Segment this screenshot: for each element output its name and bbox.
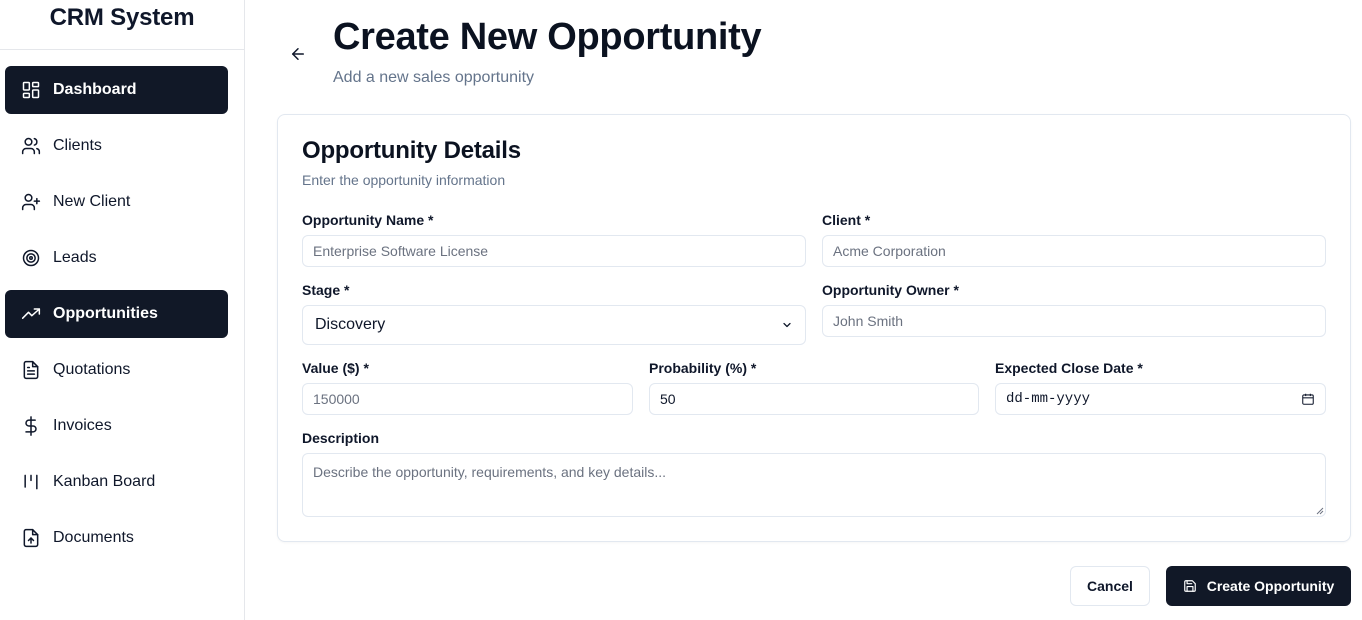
target-icon xyxy=(21,248,41,268)
sidebar-item-label: Kanban Board xyxy=(53,473,156,490)
sidebar-nav: Dashboard Clients New Client Leads Oppor… xyxy=(5,66,228,570)
owner-input[interactable] xyxy=(822,305,1326,337)
sidebar-item-label: Dashboard xyxy=(53,81,137,98)
dollar-icon xyxy=(21,416,41,436)
cancel-button-label: Cancel xyxy=(1087,578,1133,594)
arrow-left-icon xyxy=(292,48,304,60)
sidebar: CRM System Dashboard Clients New Client … xyxy=(0,0,245,620)
opportunity-name-input[interactable] xyxy=(302,235,806,267)
sidebar-item-label: Clients xyxy=(53,137,102,154)
sidebar-item-label: New Client xyxy=(53,193,131,210)
value-label: Value ($) * xyxy=(302,360,369,376)
sidebar-item-label: Opportunities xyxy=(53,305,158,322)
calendar-icon[interactable] xyxy=(1301,392,1315,406)
sidebar-item-label: Quotations xyxy=(53,361,131,378)
description-textarea[interactable] xyxy=(302,453,1326,517)
users-icon xyxy=(21,136,41,156)
sidebar-item-new-client[interactable]: New Client xyxy=(5,178,228,226)
sidebar-item-label: Documents xyxy=(53,529,134,546)
probability-input[interactable] xyxy=(649,383,979,415)
close-date-placeholder: dd-mm-yyyy xyxy=(1006,391,1091,407)
close-date-label: Expected Close Date * xyxy=(995,360,1143,376)
card-title: Opportunity Details xyxy=(302,137,521,164)
main-content: Create New Opportunity Add a new sales o… xyxy=(246,0,1362,620)
sidebar-item-quotations[interactable]: Quotations xyxy=(5,346,228,394)
file-text-icon xyxy=(21,360,41,380)
resize-handle-icon[interactable] xyxy=(1316,507,1324,515)
value-input[interactable] xyxy=(302,383,633,415)
create-opportunity-button[interactable]: Create Opportunity xyxy=(1166,566,1351,606)
probability-label: Probability (%) * xyxy=(649,360,757,376)
sidebar-item-label: Leads xyxy=(53,249,97,266)
opportunity-name-label: Opportunity Name * xyxy=(302,212,434,228)
description-label: Description xyxy=(302,430,380,446)
sidebar-item-dashboard[interactable]: Dashboard xyxy=(5,66,228,114)
client-input[interactable] xyxy=(822,235,1326,267)
chevron-down-icon xyxy=(783,322,791,328)
sidebar-item-documents[interactable]: Documents xyxy=(5,514,228,562)
back-button[interactable] xyxy=(286,42,310,66)
dashboard-icon xyxy=(21,80,41,100)
opportunity-details-card: Opportunity Details Enter the opportunit… xyxy=(277,114,1351,542)
sidebar-item-clients[interactable]: Clients xyxy=(5,122,228,170)
card-description: Enter the opportunity information xyxy=(302,172,506,188)
save-icon xyxy=(1183,580,1196,592)
cancel-button[interactable]: Cancel xyxy=(1070,566,1150,606)
brand-header: CRM System xyxy=(0,0,244,50)
sidebar-item-opportunities[interactable]: Opportunities xyxy=(5,290,228,338)
sidebar-item-label: Invoices xyxy=(53,417,112,434)
sidebar-item-leads[interactable]: Leads xyxy=(5,234,228,282)
sidebar-item-kanban-board[interactable]: Kanban Board xyxy=(5,458,228,506)
user-plus-icon xyxy=(21,192,41,212)
client-label: Client * xyxy=(822,212,871,228)
file-upload-icon xyxy=(21,528,41,548)
stage-label: Stage * xyxy=(302,282,350,298)
owner-label: Opportunity Owner * xyxy=(822,282,959,298)
stage-selected-value: Discovery xyxy=(315,316,386,333)
stage-select[interactable]: Discovery xyxy=(302,305,806,345)
create-opportunity-label: Create Opportunity xyxy=(1206,578,1335,594)
kanban-icon xyxy=(21,472,41,492)
trending-up-icon xyxy=(21,304,41,324)
close-date-input[interactable]: dd-mm-yyyy xyxy=(995,383,1326,415)
page-subtitle: Add a new sales opportunity xyxy=(333,69,535,86)
page-title: Create New Opportunity xyxy=(333,16,762,58)
sidebar-item-invoices[interactable]: Invoices xyxy=(5,402,228,450)
brand-title: CRM System xyxy=(49,4,195,31)
